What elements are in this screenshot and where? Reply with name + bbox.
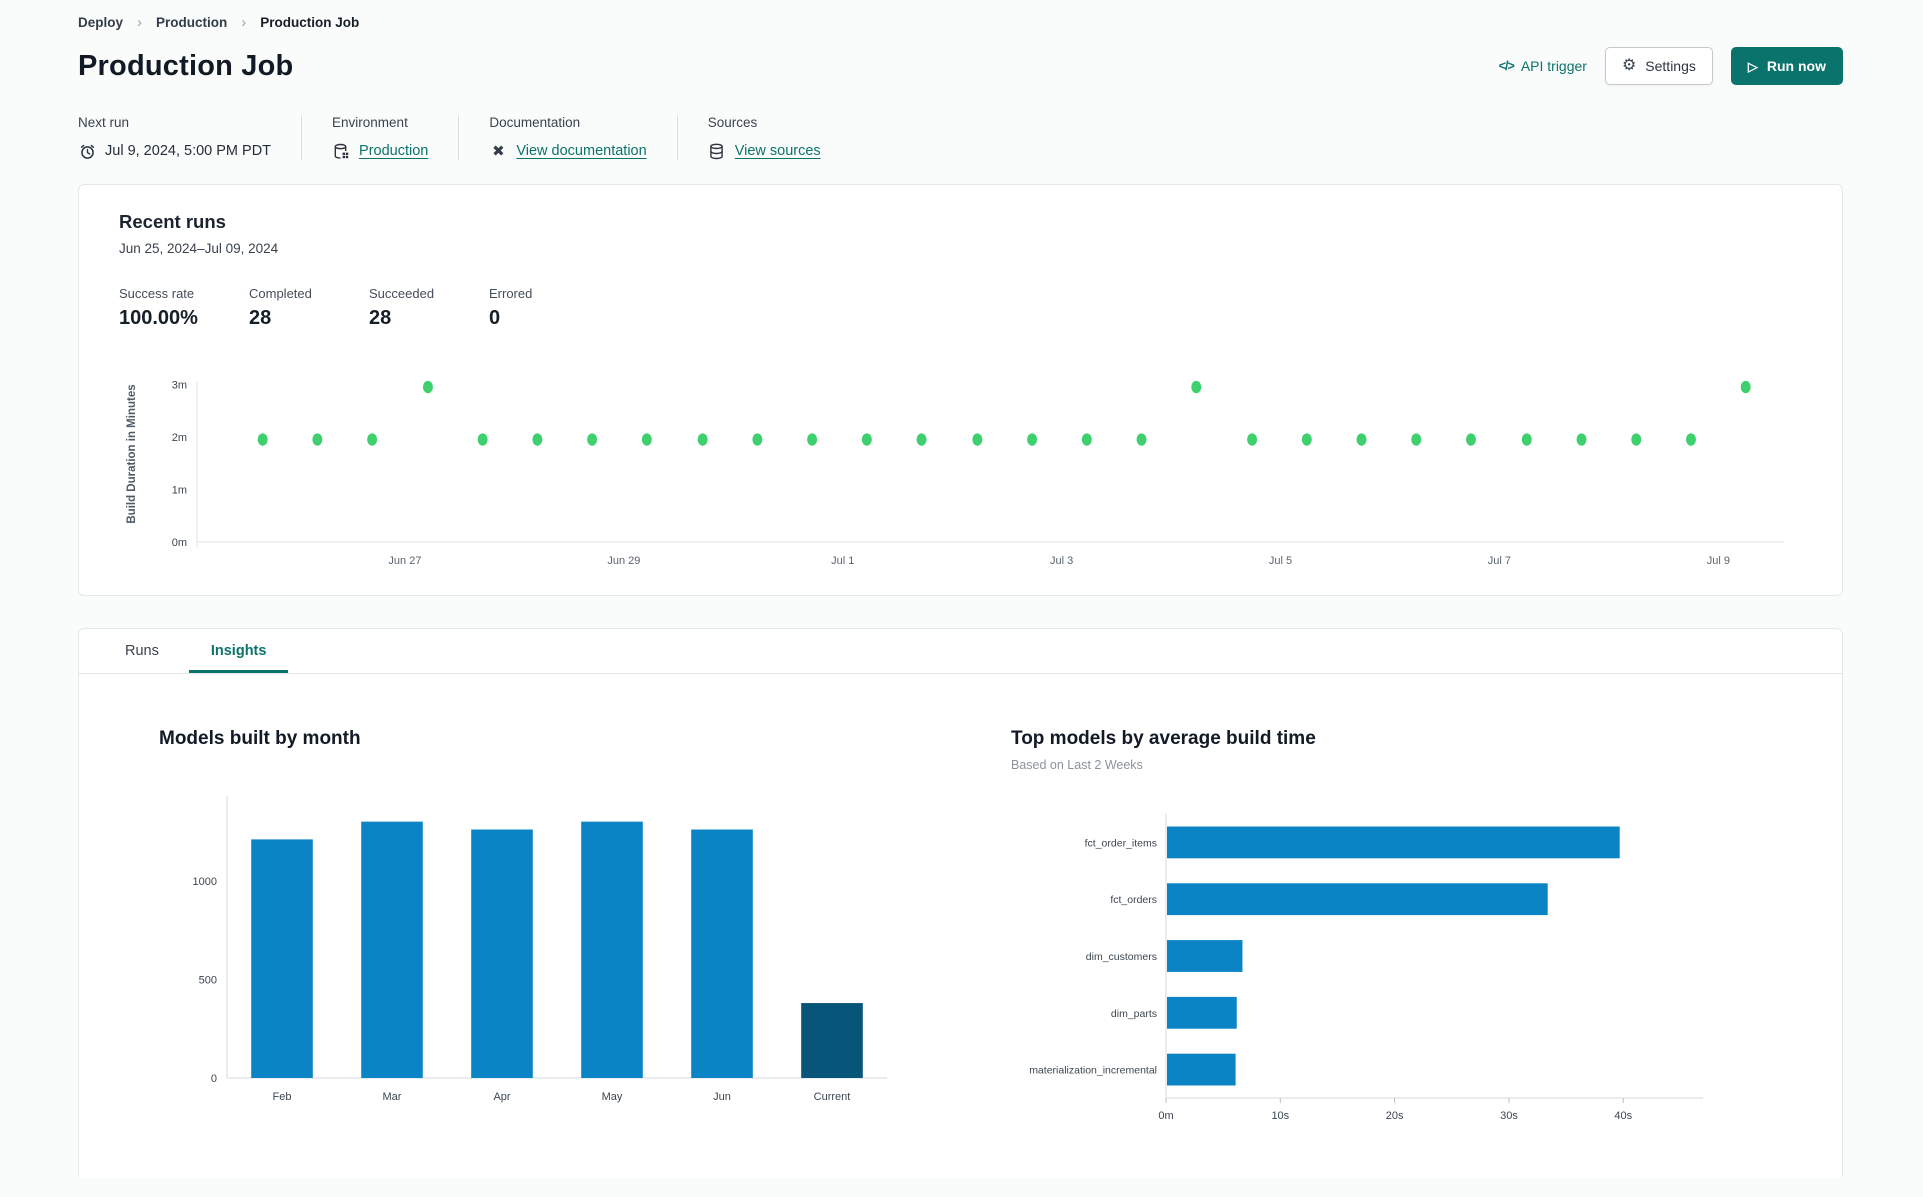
svg-text:20s: 20s xyxy=(1386,1110,1404,1122)
svg-text:500: 500 xyxy=(199,974,217,986)
tab-runs[interactable]: Runs xyxy=(103,629,181,673)
tab-bar: Runs Insights xyxy=(79,629,1842,674)
svg-text:Jul 5: Jul 5 xyxy=(1269,555,1292,567)
recent-runs-date-range: Jun 25, 2024–Jul 09, 2024 xyxy=(119,241,279,256)
svg-text:Current: Current xyxy=(814,1091,851,1103)
stat-label: Completed xyxy=(249,286,312,301)
svg-text:40s: 40s xyxy=(1614,1110,1632,1122)
breadcrumb-item-production-job: Production Job xyxy=(260,15,360,30)
svg-text:Jul 1: Jul 1 xyxy=(831,555,854,567)
stat-success-rate: Success rate 100.00% xyxy=(119,286,239,330)
view-documentation-link[interactable]: View documentation xyxy=(516,143,646,159)
svg-text:May: May xyxy=(602,1091,623,1103)
next-run-label: Next run xyxy=(78,115,130,130)
meta-next-run: Next run Jul 9, 2024, 5:00 PM PDT xyxy=(78,115,301,160)
stat-value: 28 xyxy=(369,307,392,329)
chevron-right-icon: › xyxy=(137,14,143,31)
models-by-month-section: Models built by month 0 500 1000 Feb Mar Apr M… xyxy=(159,728,899,1147)
next-run-value: Jul 9, 2024, 5:00 PM PDT xyxy=(105,143,272,159)
settings-button-label: Settings xyxy=(1645,58,1696,74)
svg-text:fct_order_items: fct_order_items xyxy=(1085,837,1157,849)
gear-icon: ⚙ xyxy=(1621,57,1637,74)
api-trigger-label: API trigger xyxy=(1520,58,1587,74)
run-now-button[interactable]: ▷ Run now xyxy=(1730,47,1843,85)
svg-text:0m: 0m xyxy=(172,537,187,549)
stat-label: Succeeded xyxy=(369,286,435,301)
environment-link[interactable]: Production xyxy=(359,143,428,159)
view-sources-link[interactable]: View sources xyxy=(735,143,821,159)
svg-text:2m: 2m xyxy=(172,432,187,444)
tab-insights[interactable]: Insights xyxy=(188,629,289,673)
svg-text:Jul 3: Jul 3 xyxy=(1050,555,1073,567)
job-detail-card: Runs Insights Models built by month 0 500… xyxy=(78,628,1843,1177)
page-header: Production Job </> API trigger ⚙ Setting… xyxy=(78,47,1843,85)
recent-runs-title: Recent runs xyxy=(119,211,226,232)
code-icon: </> xyxy=(1498,59,1515,73)
play-icon: ▷ xyxy=(1747,58,1758,74)
sources-label: Sources xyxy=(707,115,758,130)
breadcrumb-item-production[interactable]: Production xyxy=(156,15,227,30)
svg-text:Jun 29: Jun 29 xyxy=(607,555,640,567)
build-duration-scatter-chart: Build Duration in Minutes 0m 1m 2m 3m Jun 27 J… xyxy=(119,352,1802,581)
alarm-clock-icon xyxy=(78,142,96,160)
stat-value: 0 xyxy=(489,307,501,329)
insights-panel: Models built by month 0 500 1000 Feb Mar Apr M… xyxy=(79,674,1842,1177)
production-job-page: Deploy › Production › Production Job Pro… xyxy=(0,0,1923,1177)
svg-text:Apr: Apr xyxy=(493,1091,510,1103)
svg-text:30s: 30s xyxy=(1500,1110,1518,1122)
environment-label: Environment xyxy=(332,115,408,130)
svg-text:Build Duration in Minutes: Build Duration in Minutes xyxy=(126,384,138,523)
svg-text:fct_orders: fct_orders xyxy=(1110,894,1157,906)
models-by-month-title: Models built by month xyxy=(159,728,361,749)
top-models-subtitle: Based on Last 2 Weeks xyxy=(1011,758,1143,772)
svg-text:Jul 7: Jul 7 xyxy=(1488,555,1511,567)
chevron-right-icon: › xyxy=(241,14,247,31)
svg-text:1m: 1m xyxy=(172,484,187,496)
breadcrumb-item-deploy[interactable]: Deploy xyxy=(78,15,123,30)
svg-text:Mar: Mar xyxy=(383,1091,402,1103)
stat-label: Success rate xyxy=(119,286,195,301)
documentation-label: Documentation xyxy=(489,115,581,130)
stat-value: 28 xyxy=(249,307,272,329)
svg-text:0: 0 xyxy=(211,1073,217,1085)
database-stack-icon xyxy=(708,142,726,160)
svg-text:0m: 0m xyxy=(1158,1110,1173,1122)
breadcrumb: Deploy › Production › Production Job xyxy=(78,10,1843,33)
stat-errored: Errored 0 xyxy=(489,286,599,330)
svg-text:dim_parts: dim_parts xyxy=(1111,1008,1157,1020)
svg-text:1000: 1000 xyxy=(193,876,217,888)
svg-text:3m: 3m xyxy=(172,379,187,391)
dbt-logo-icon: ✖ xyxy=(492,143,505,160)
recent-runs-stats: Success rate 100.00% Completed 28 Succee… xyxy=(119,286,1802,330)
stat-value: 100.00% xyxy=(119,307,198,329)
top-models-title: Top models by average build time xyxy=(1011,728,1316,749)
settings-button[interactable]: ⚙ Settings xyxy=(1604,47,1713,85)
models-by-month-chart: 0 500 1000 Feb Mar Apr May Jun Current xyxy=(159,778,899,1121)
svg-text:dim_customers: dim_customers xyxy=(1086,951,1157,963)
svg-text:Jul 9: Jul 9 xyxy=(1707,555,1730,567)
stat-completed: Completed 28 xyxy=(249,286,359,330)
environment-database-icon xyxy=(332,142,350,160)
meta-sources: Sources View sources xyxy=(676,115,851,160)
svg-text:Feb: Feb xyxy=(273,1091,292,1103)
api-trigger-link[interactable]: </> API trigger xyxy=(1499,58,1587,74)
svg-text:10s: 10s xyxy=(1271,1110,1289,1122)
stat-succeeded: Succeeded 28 xyxy=(369,286,479,330)
page-title: Production Job xyxy=(78,49,294,82)
svg-text:Jun 27: Jun 27 xyxy=(388,555,421,567)
meta-documentation: Documentation ✖ View documentation xyxy=(458,115,676,160)
svg-text:Jun: Jun xyxy=(713,1091,731,1103)
stat-label: Errored xyxy=(489,286,533,301)
recent-runs-card: Recent runs Jun 25, 2024–Jul 09, 2024 Su… xyxy=(78,184,1843,596)
svg-text:materialization_incremental: materialization_incremental xyxy=(1029,1065,1157,1077)
run-now-button-label: Run now xyxy=(1766,58,1826,74)
job-meta-row: Next run Jul 9, 2024, 5:00 PM PDT Enviro… xyxy=(78,115,1843,160)
top-models-section: Top models by average build time Based o… xyxy=(1011,728,1711,1147)
header-actions: </> API trigger ⚙ Settings ▷ Run now xyxy=(1499,47,1843,85)
top-models-chart: 0m 10s 20s 30s 40s fct_order_items fct_ordersd… xyxy=(1011,808,1711,1147)
meta-environment: Environment Production xyxy=(301,115,458,160)
